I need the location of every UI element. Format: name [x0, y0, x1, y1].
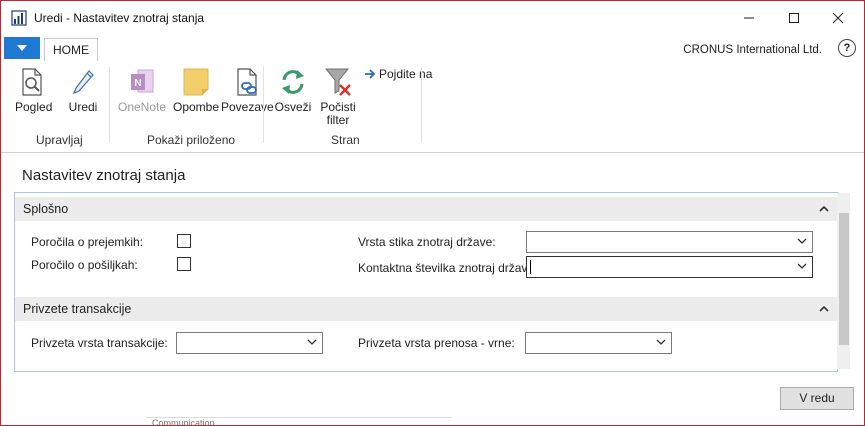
app-icon — [11, 10, 27, 26]
close-button[interactable] — [818, 5, 858, 31]
onenote-icon: N — [131, 69, 154, 93]
pogled-label: Pogled — [15, 100, 53, 114]
fasttab-splosno-header[interactable]: Splošno — [15, 197, 837, 221]
povezave-label: Povezave — [221, 100, 274, 114]
vrsta-prenosa-label: Privzeta vrsta prenosa - vrne: — [358, 336, 515, 350]
app-menu-button[interactable] — [4, 37, 40, 59]
pojdite-na-label: Pojdite na — [379, 67, 433, 81]
view-icon — [22, 68, 42, 96]
onenote-label: OneNote — [117, 100, 167, 114]
svg-text:N: N — [134, 78, 141, 89]
uredi-button[interactable]: Uredi — [64, 67, 102, 114]
vrsta-transakcije-combo[interactable] — [176, 332, 323, 354]
chevron-down-icon — [656, 339, 666, 345]
kontaktna-stevilka-combo[interactable] — [526, 256, 813, 278]
scrollbar-thumb[interactable] — [839, 213, 849, 345]
opombe-button[interactable]: Opombe — [173, 67, 219, 114]
porocilo-posiljkah-checkbox[interactable] — [177, 257, 191, 271]
pocisti-filter-button[interactable]: Počisti filter — [317, 67, 359, 127]
minimize-button[interactable] — [729, 5, 769, 31]
porocila-prejemkih-checkbox[interactable] — [177, 234, 191, 248]
vrsta-stika-combo[interactable] — [526, 231, 813, 253]
pogled-button[interactable]: Pogled — [15, 67, 53, 114]
ribbon-tabs: HOME CRONUS International Ltd. ? — [1, 34, 864, 62]
tab-home[interactable]: HOME — [44, 38, 98, 62]
osvezi-button[interactable]: Osveži — [273, 67, 313, 114]
ribbon: Pogled Uredi N OneNote Opombe Povezave O… — [1, 61, 864, 151]
ok-button[interactable]: V redu — [780, 387, 854, 410]
dropdown-arrow-icon — [17, 45, 27, 51]
group-label-stran: Stran — [331, 133, 360, 147]
ribbon-separator — [263, 67, 264, 143]
pencil-icon — [72, 70, 94, 95]
background-text: Communication — [146, 417, 452, 425]
ribbon-separator — [421, 67, 422, 143]
pocisti-label-line1: Počisti — [320, 100, 356, 114]
fasttab-privzete-header[interactable]: Privzete transakcije — [15, 297, 837, 321]
vrsta-stika-label: Vrsta stika znotraj države: — [358, 235, 496, 249]
vrsta-transakcije-label: Privzeta vrsta transakcije: — [31, 336, 168, 350]
text-cursor — [530, 260, 531, 274]
osvezi-label: Osveži — [274, 100, 312, 114]
chevron-up-icon — [819, 305, 829, 312]
vrsta-prenosa-combo[interactable] — [525, 332, 672, 354]
opombe-label: Opombe — [173, 100, 220, 114]
povezave-button[interactable]: Povezave — [221, 67, 274, 114]
clear-filter-icon — [324, 68, 351, 96]
group-label-pokazi-prilozeno: Pokaži priloženo — [147, 133, 236, 147]
refresh-icon — [282, 70, 304, 94]
chevron-down-icon — [797, 238, 807, 244]
chevron-down-icon — [307, 339, 317, 345]
close-icon — [832, 12, 844, 24]
help-button[interactable]: ? — [838, 39, 856, 57]
maximize-button[interactable] — [774, 5, 814, 31]
window-title: Uredi - Nastavitev znotraj stanja — [34, 11, 205, 25]
porocilo-posiljkah-label: Poročilo o pošiljkah: — [31, 258, 138, 272]
chevron-up-icon — [819, 205, 829, 212]
ribbon-separator — [109, 67, 110, 143]
content-panel: Splošno Poročila o prejemkih: Poročilo o… — [14, 192, 838, 372]
ribbon-divider — [1, 152, 864, 153]
link-icon — [237, 68, 257, 96]
kontaktna-stevilka-label: Kontaktna številka znotraj države: — [358, 261, 538, 275]
minimize-icon — [744, 17, 754, 19]
note-icon — [183, 68, 209, 96]
title-bar: Uredi - Nastavitev znotraj stanja — [1, 1, 864, 34]
fasttab-privzete-title: Privzete transakcije — [23, 302, 132, 316]
pojdite-na-button[interactable]: Pojdite na — [365, 67, 435, 81]
uredi-label: Uredi — [68, 100, 98, 114]
page-title: Nastavitev znotraj stanja — [22, 167, 186, 184]
company-name: CRONUS International Ltd. — [683, 44, 822, 56]
porocila-prejemkih-label: Poročila o prejemkih: — [31, 235, 144, 249]
maximize-icon — [789, 13, 799, 23]
dialog-window: Uredi - Nastavitev znotraj stanja HOME C… — [0, 0, 865, 426]
group-label-upravljaj: Upravljaj — [36, 133, 83, 147]
pocisti-label: Počisti filter — [317, 101, 359, 127]
pocisti-label-line2: filter — [326, 113, 350, 127]
chevron-down-icon — [797, 263, 807, 269]
fasttab-splosno-title: Splošno — [23, 202, 69, 216]
onenote-button[interactable]: N OneNote — [115, 67, 169, 114]
arrow-right-icon — [365, 69, 376, 79]
